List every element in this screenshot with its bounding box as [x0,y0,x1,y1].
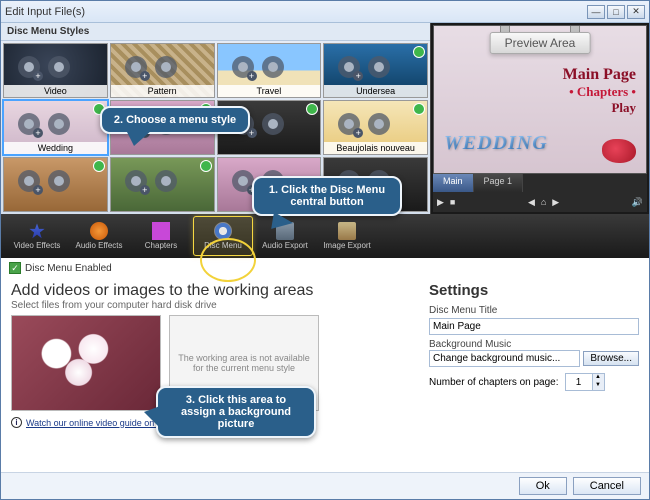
style-label: Beaujolais nouveau [324,142,427,154]
preview-play: Play [563,100,636,116]
rose-icon [602,139,636,163]
tool-label: Chapters [145,241,177,250]
lower-region: Add videos or images to the working area… [1,278,649,472]
menu-style-beaujolais-nouveau[interactable]: Beaujolais nouveau [323,100,428,155]
player-controls: ▶ ■ ◀ ⌂ ▶ 🔊 [433,192,647,212]
cancel-button[interactable]: Cancel [573,477,641,495]
window-title: Edit Input File(s) [5,6,585,18]
home-button[interactable]: ⌂ [541,197,546,207]
browse-button[interactable]: Browse... [583,351,639,366]
menu-style-item-8[interactable] [3,157,108,212]
callout-2: 2. Choose a menu style [100,106,250,134]
ix-icon [338,222,356,240]
preview-panel: Preview Area Main Page • Chapters • Play… [431,23,649,214]
preview-tab-main[interactable]: Main [433,174,474,192]
style-label: Wedding [4,142,107,154]
status-bar: ✓ Disc Menu Enabled [1,258,649,278]
working-area-1[interactable] [11,315,161,411]
bg-music-label: Background Music [429,339,639,350]
chapters-count-label: Number of chapters on page: [429,377,559,388]
spin-down-icon[interactable]: ▼ [592,382,604,390]
tool-image-export[interactable]: Image Export [317,216,377,256]
titlebar: Edit Input File(s) — □ ✕ [1,1,649,23]
status-text: Disc Menu Enabled [25,263,112,274]
working-areas-panel: Add videos or images to the working area… [11,280,415,468]
preview-area: Preview Area Main Page • Chapters • Play… [433,25,647,174]
tool-label: Audio Export [262,241,308,250]
chapters-input[interactable] [566,374,592,390]
style-label: Video [4,85,107,97]
callout-1: 1. Click the Disc Menu central button [252,176,402,216]
menu-style-item-9[interactable] [110,157,215,212]
settings-panel: Settings Disc Menu Title Background Musi… [429,280,639,468]
preview-main-block: Main Page • Chapters • Play [563,66,636,116]
badge-icon [413,103,425,115]
tool-audio-effects[interactable]: Audio Effects [69,216,129,256]
disc-title-input[interactable] [429,318,639,335]
preview-tab-page-1[interactable]: Page 1 [474,174,524,192]
preview-main-page: Main Page [563,66,636,84]
close-button[interactable]: ✕ [627,5,645,19]
tool-disc-menu[interactable]: Disc Menu [193,216,253,256]
styles-header: Disc Menu Styles [1,23,430,41]
tool-chapters[interactable]: Chapters [131,216,191,256]
tool-video-effects[interactable]: Video Effects [7,216,67,256]
menu-style-video[interactable]: Video [3,43,108,98]
menu-style-wedding[interactable]: Wedding [3,100,108,155]
ae-icon [90,222,108,240]
tool-label: Disc Menu [204,241,242,250]
stop-button[interactable]: ■ [450,197,455,207]
menu-style-pattern[interactable]: Pattern [110,43,215,98]
next-button[interactable]: ▶ [552,197,559,208]
preview-label: Preview Area [490,32,591,54]
badge-icon [93,160,105,172]
spin-up-icon[interactable]: ▲ [592,374,604,382]
working-area-2-note: The working area is not available for th… [174,353,314,373]
settings-title: Settings [429,282,639,299]
badge-icon [200,160,212,172]
maximize-button[interactable]: □ [607,5,625,19]
bg-music-input[interactable] [429,350,580,367]
prev-button[interactable]: ◀ [528,197,535,208]
preview-chapters: • Chapters • [563,84,636,100]
callout-3: 3. Click this area to assign a backgroun… [156,386,316,438]
minimize-button[interactable]: — [587,5,605,19]
disc-title-label: Disc Menu Title [429,305,639,316]
footer: Ok Cancel [1,472,649,499]
lower-heading: Add videos or images to the working area… [11,282,415,300]
volume-icon[interactable]: 🔊 [632,197,643,208]
info-icon: i [11,417,22,428]
tool-label: Audio Effects [76,241,123,250]
preview-tabs: MainPage 1 [433,174,647,192]
badge-icon [413,46,425,58]
tool-label: Video Effects [14,241,61,250]
check-icon: ✓ [9,262,21,274]
lower-subheading: Select files from your computer hard dis… [11,300,415,311]
menu-style-travel[interactable]: Travel [217,43,322,98]
flower-thumbnail [12,316,160,410]
window: Edit Input File(s) — □ ✕ Disc Menu Style… [0,0,650,500]
style-label: Undersea [324,85,427,97]
play-button[interactable]: ▶ [437,197,444,208]
style-label: Travel [218,85,321,97]
menu-style-undersea[interactable]: Undersea [323,43,428,98]
ch-icon [152,222,170,240]
dm-icon [214,222,232,240]
tool-strip: Video Effects Audio Effects Chapters Disc M… [1,214,649,258]
ok-button[interactable]: Ok [519,477,567,495]
tool-label: Image Export [323,241,371,250]
style-label: Pattern [111,85,214,97]
ve-icon [28,222,46,240]
preview-decor-text: WEDDING [444,132,548,155]
chapters-spinbox[interactable]: ▲▼ [565,373,605,391]
